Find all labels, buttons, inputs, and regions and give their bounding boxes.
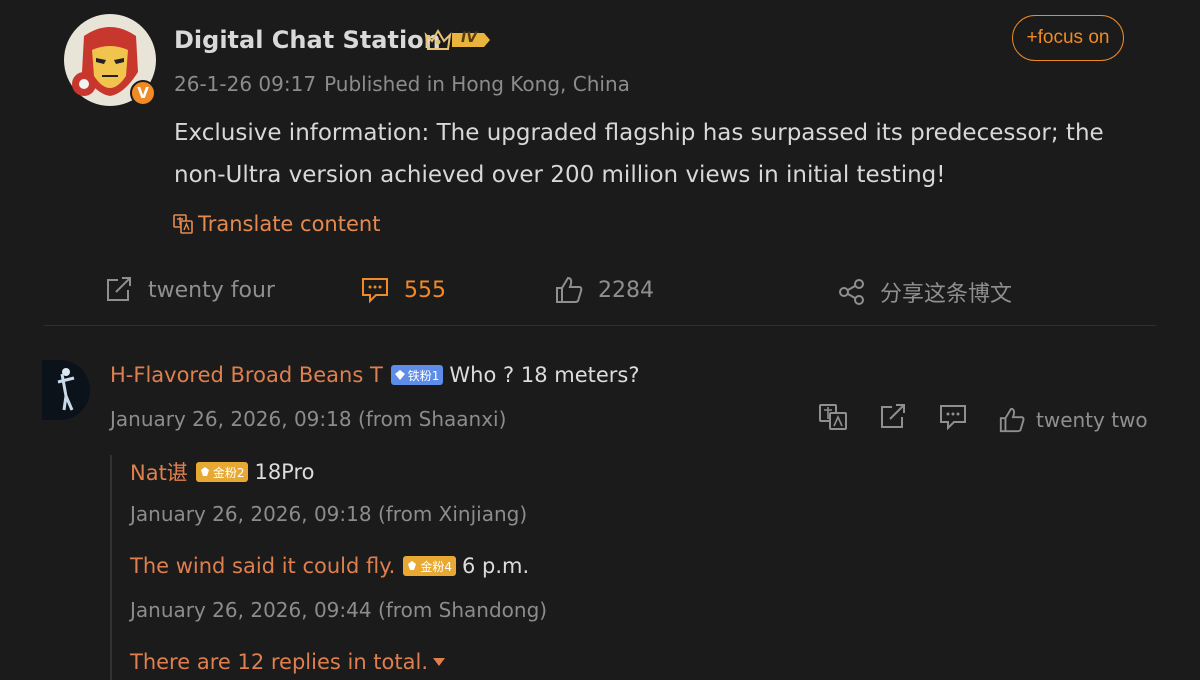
share-icon	[839, 279, 864, 305]
translate-link[interactable]: Translate content	[172, 212, 380, 236]
follow-button[interactable]: +focus on	[1012, 15, 1124, 61]
more-replies-link[interactable]: There are 12 replies in total.	[130, 650, 446, 674]
fan-badge-label: 铁粉1	[407, 368, 440, 383]
share-button[interactable]: 分享这条博文	[838, 276, 1012, 308]
translate-label: Translate content	[198, 212, 381, 236]
comment-like-button[interactable]: twenty two	[998, 406, 1148, 434]
gem-icon	[408, 561, 417, 570]
forward-icon	[107, 277, 131, 301]
verified-badge: V	[130, 80, 156, 106]
like-icon	[556, 276, 583, 303]
post-text: Exclusive information: The upgraded flag…	[174, 120, 1104, 188]
comment-time: January 26, 2026, 09:18 (from Shaanxi)	[110, 407, 507, 431]
comment-header: H-Flavored Broad Beans T 铁粉1 Who ? 18 me…	[110, 363, 640, 387]
forward-count: twenty four	[148, 277, 275, 303]
comment-count: 555	[404, 277, 446, 303]
fan-badge: 金粉4	[403, 556, 456, 576]
fan-badge-label: 金粉2	[212, 465, 245, 480]
like-button[interactable]: 2284	[554, 276, 654, 304]
commenter-name[interactable]: H-Flavored Broad Beans T	[110, 363, 383, 387]
post-meta: 26-1-26 09:17 Published in Hong Kong, Chi…	[174, 72, 630, 96]
caret-down-icon	[433, 658, 445, 666]
diamond-icon	[394, 370, 405, 380]
reply-author[interactable]: Nat谌	[130, 457, 188, 487]
reply-item: The wind said it could fly. 金粉4 6 p.m.	[130, 554, 529, 578]
reply-time: January 26, 2026, 09:18 (from Xinjiang)	[130, 502, 528, 526]
level-label: IV	[461, 30, 478, 46]
comment-text: Who ? 18 meters?	[449, 363, 640, 387]
like-icon	[999, 407, 1025, 432]
level-badge: IV	[424, 27, 490, 57]
comment-actions: twenty two	[818, 403, 1148, 436]
reply-time: January 26, 2026, 09:44 (from Shandong)	[130, 598, 548, 622]
more-replies-label: There are 12 replies in total.	[130, 650, 428, 674]
like-count: 2284	[598, 277, 654, 303]
reply-thread-line	[110, 455, 112, 680]
reply-comment-icon[interactable]	[938, 403, 968, 436]
gem-icon	[200, 467, 209, 476]
comment-like-count: twenty two	[1036, 407, 1148, 432]
author-name[interactable]: Digital Chat Station	[174, 26, 441, 54]
divider	[44, 325, 1156, 326]
post-location: Published in Hong Kong, China	[324, 72, 630, 96]
reply-text: 6 p.m.	[461, 554, 530, 578]
reply-author[interactable]: The wind said it could fly.	[130, 554, 395, 578]
comment-icon	[362, 278, 388, 304]
reply-text: 18Pro	[254, 460, 315, 484]
translate-icon	[173, 214, 193, 234]
fan-badge-label: 金粉4	[420, 559, 452, 574]
post-date: 26-1-26 09:17	[174, 72, 317, 96]
crown-icon	[424, 29, 490, 50]
translate-comment-icon[interactable]	[818, 403, 848, 436]
commenter-avatar[interactable]	[42, 360, 90, 420]
fan-badge: 金粉2	[195, 462, 249, 482]
comment-button[interactable]: 555	[360, 276, 446, 304]
fan-badge: 铁粉1	[390, 365, 444, 385]
share-label: 分享这条博文	[880, 282, 1013, 307]
forward-button[interactable]: twenty four	[104, 276, 275, 304]
reply-item: Nat谌 金粉2 18Pro	[130, 457, 315, 487]
forward-comment-icon[interactable]	[878, 403, 908, 436]
